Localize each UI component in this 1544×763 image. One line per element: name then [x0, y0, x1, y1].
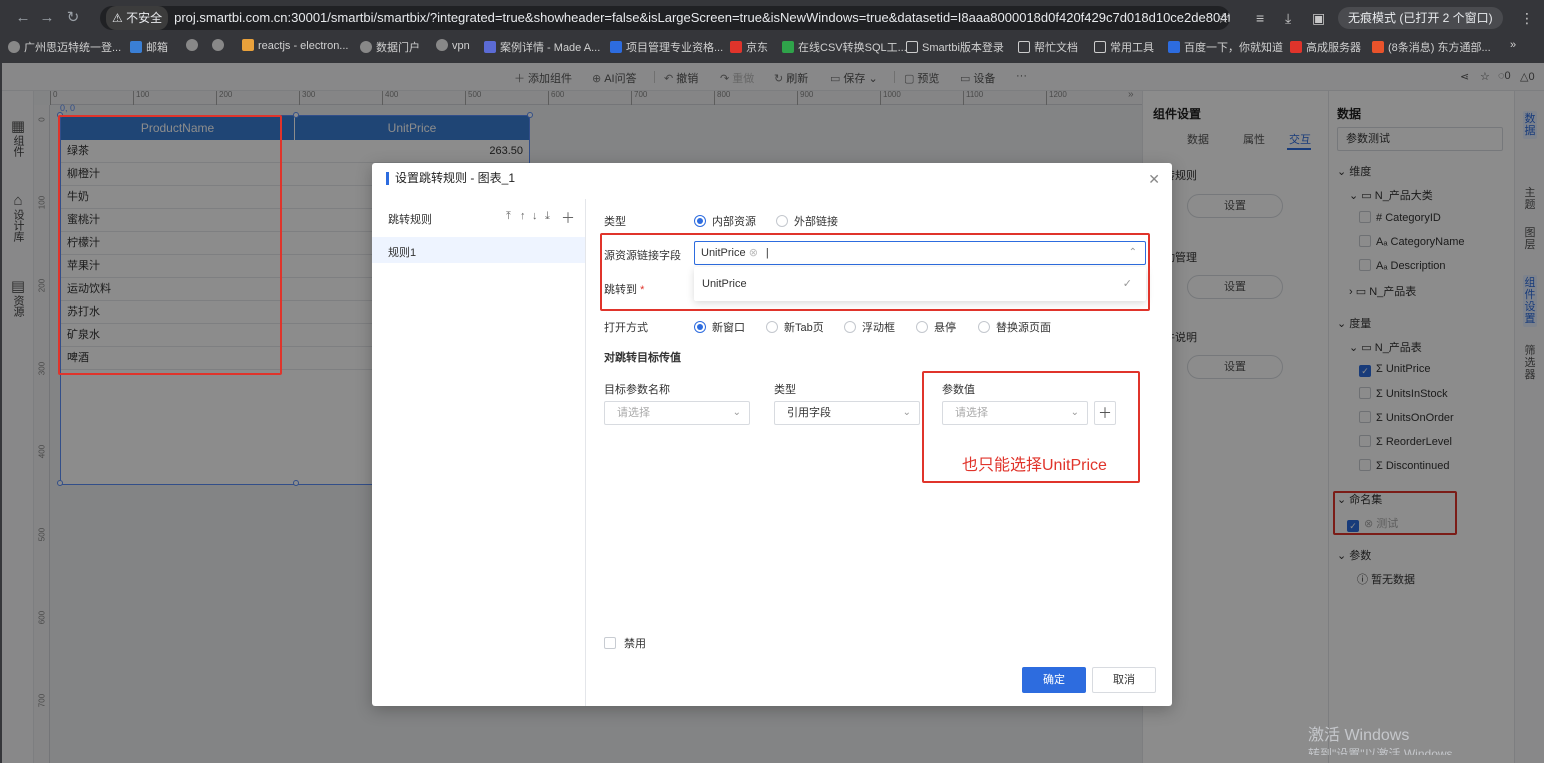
address-bar[interactable]: ⚠ 不安全 proj.smartbi.com.cn:30001/smartbi/s…: [100, 6, 1230, 30]
bookmark-item[interactable]: 数据门户: [360, 39, 420, 55]
forward-icon[interactable]: →: [36, 7, 58, 29]
windows-activation-watermark: 激活 Windows 转到"设置"以激活 Windows。: [1308, 727, 1465, 755]
bookmarks-bar: 广州思迈特统一登... 邮箱 reactjs - electron... 数据门…: [0, 35, 1544, 59]
bookmark-item[interactable]: 在线CSV转换SQL工...: [782, 39, 907, 55]
value-type-select[interactable]: 引用字段 ⌄: [774, 401, 920, 425]
chevron-down-icon: ⌄: [902, 407, 911, 418]
move-up-icon[interactable]: ↑: [520, 210, 526, 222]
app-window: ＋添加组件 ⊕ AI问答 ↶ 撤销 ↷ 重做 ↻ 刷新 ▭ 保存 ⌄ ▢ 预览 ▭ 设备 ··…: [2, 63, 1544, 763]
radio-dot: [766, 321, 778, 333]
star-icon[interactable]: ☆: [1217, 10, 1230, 27]
rule-item-label: 规则1: [388, 247, 417, 259]
bookmark-item[interactable]: (8条消息) 东方通部...: [1372, 39, 1491, 55]
bookmark-item[interactable]: [212, 39, 228, 52]
annotation-text: 也只能选择UnitPrice: [962, 457, 1107, 474]
bookmark-item[interactable]: 高成服务器: [1290, 39, 1361, 55]
radio-dot: [776, 215, 788, 227]
radio-replace[interactable]: 替换源页面: [978, 319, 1051, 335]
move-bottom-icon[interactable]: ⤓: [545, 210, 550, 223]
ok-button[interactable]: 确定: [1022, 667, 1086, 693]
annotation-box-source-field: [600, 233, 1150, 311]
radio-dot: [916, 321, 928, 333]
bookmark-item[interactable]: Smartbi版本登录: [906, 39, 1004, 55]
type-label: 类型: [604, 216, 626, 228]
bookmark-item[interactable]: 帮忙文档: [1018, 39, 1078, 55]
bookmarks-overflow[interactable]: »: [1510, 39, 1516, 51]
disable-checkbox[interactable]: 禁用: [604, 635, 646, 651]
radio-new-window[interactable]: 新窗口: [694, 319, 745, 335]
menu-icon[interactable]: ⋮: [1520, 10, 1534, 27]
dialog-title: 设置跳转规则 - 图表_1: [386, 172, 515, 185]
bookmark-item[interactable]: 邮箱: [130, 39, 168, 55]
radio-external[interactable]: 外部链接: [776, 213, 838, 229]
target-param-label: 目标参数名称: [604, 384, 670, 396]
url-text: proj.smartbi.com.cn:30001/smartbi/smartb…: [174, 10, 1230, 25]
incognito-badge[interactable]: 无痕模式 (已打开 2 个窗口): [1338, 7, 1503, 29]
jump-rule-dialog: 设置跳转规则 - 图表_1 ✕ 跳转规则 ⤒ ↑ ↓ ⤓ ＋ 规则1 类型 内部…: [372, 163, 1172, 706]
bookmark-item[interactable]: 广州思迈特统一登...: [8, 39, 121, 55]
bookmark-item[interactable]: 百度一下，你就知道: [1168, 39, 1283, 55]
download-icon[interactable]: ⤓: [1285, 10, 1291, 27]
security-warning[interactable]: ⚠ 不安全: [106, 6, 169, 30]
pass-value-label: 对跳转目标传值: [604, 352, 681, 364]
sidepanel-icon[interactable]: ▣: [1312, 10, 1325, 27]
move-top-icon[interactable]: ⤒: [506, 210, 511, 223]
bookmark-item[interactable]: 案例详情 - Made A...: [484, 39, 600, 55]
reading-list-icon[interactable]: ≡: [1256, 10, 1264, 26]
bookmark-item[interactable]: vpn: [436, 39, 470, 52]
address-row: ← → ↻ ⚠ 不安全 proj.smartbi.com.cn:30001/sma…: [0, 3, 1544, 33]
rule-list-panel: 跳转规则 ⤒ ↑ ↓ ⤓ ＋ 规则1: [372, 199, 586, 706]
value-type-label: 类型: [774, 384, 796, 396]
bookmark-item[interactable]: 常用工具: [1094, 39, 1154, 55]
bookmark-item[interactable]: [186, 39, 202, 52]
bookmark-item[interactable]: 京东: [730, 39, 768, 55]
radio-dot: [978, 321, 990, 333]
radio-dot: [694, 321, 706, 333]
cancel-button[interactable]: 取消: [1092, 667, 1156, 693]
annotation-box-table: [58, 115, 282, 375]
checkbox[interactable]: [604, 637, 616, 649]
open-mode-label: 打开方式: [604, 322, 648, 334]
radio-dot: [694, 215, 706, 227]
move-down-icon[interactable]: ↓: [532, 210, 538, 222]
rule-list-item-selected[interactable]: 规则1: [372, 237, 585, 263]
close-icon[interactable]: ✕: [1148, 171, 1160, 188]
target-param-select[interactable]: 请选择 ⌄: [604, 401, 750, 425]
chevron-down-icon: ⌄: [732, 407, 741, 418]
radio-internal[interactable]: 内部资源: [694, 213, 756, 229]
radio-hover[interactable]: 悬停: [916, 319, 956, 335]
radio-floating[interactable]: 浮动框: [844, 319, 895, 335]
back-icon[interactable]: ←: [12, 7, 34, 29]
radio-dot: [844, 321, 856, 333]
radio-new-tab[interactable]: 新Tab页: [766, 319, 824, 335]
browser-chrome: ← → ↻ ⚠ 不安全 proj.smartbi.com.cn:30001/sma…: [0, 0, 1544, 63]
add-rule-icon[interactable]: ＋: [561, 208, 575, 228]
rule-list-header: 跳转规则: [388, 214, 432, 226]
reload-icon[interactable]: ↻: [62, 7, 84, 29]
bookmark-item[interactable]: reactjs - electron...: [242, 39, 348, 52]
bookmark-item[interactable]: 项目管理专业资格...: [610, 39, 723, 55]
